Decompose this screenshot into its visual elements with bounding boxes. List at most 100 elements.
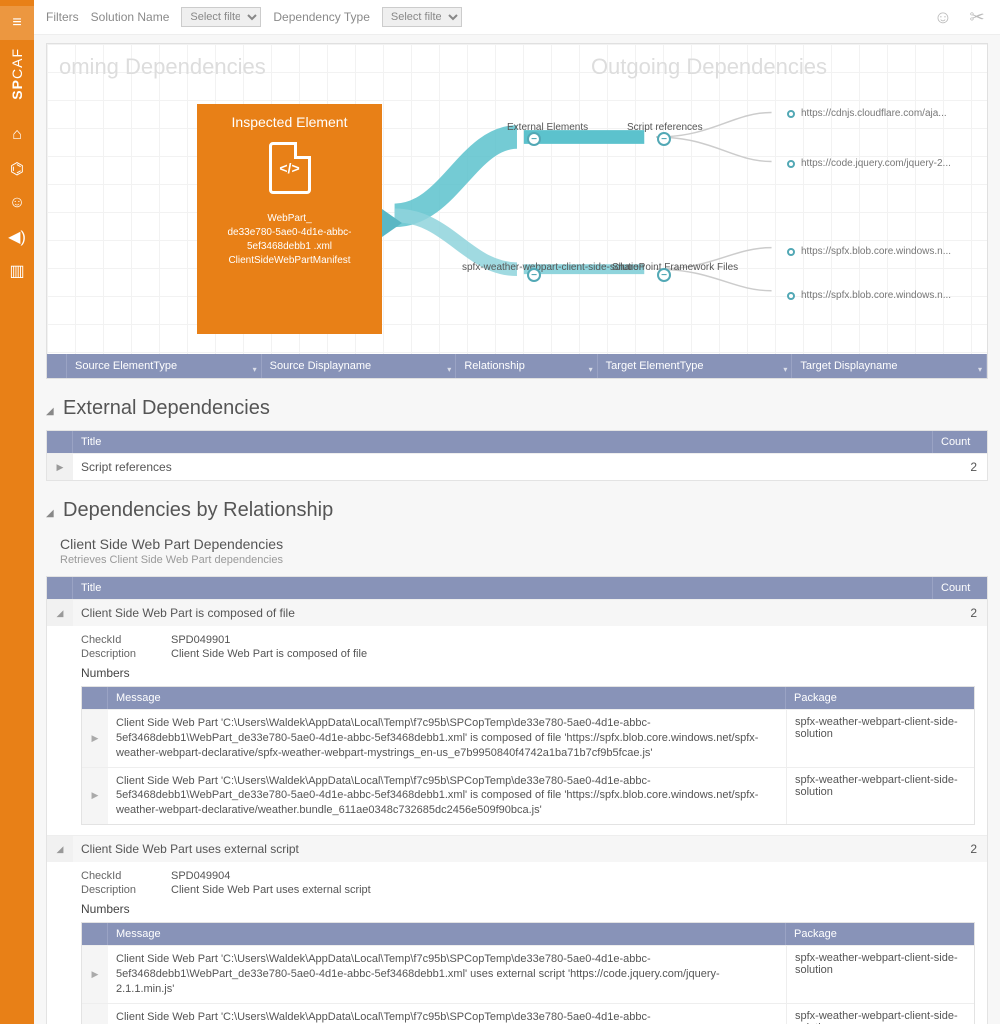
row-package: spfx-weather-webpart-client-side-solutio… [786,1004,974,1024]
inspected-line1: WebPart_ [205,212,374,226]
nav-grid-icon[interactable]: ▥ [0,254,34,288]
group-title: Client Side Web Part is composed of file [73,600,933,626]
col-spacer [47,354,67,378]
table-row[interactable]: ▶ Script references 2 [47,453,987,480]
collapse-icon[interactable]: ◢ [47,836,73,862]
leaf-dot[interactable] [787,292,795,300]
section-toggle[interactable]: ◢ [46,406,54,417]
value-description: Client Side Web Part is composed of file [171,648,367,660]
group-row[interactable]: ◢ Client Side Web Part uses external scr… [47,835,987,862]
inspected-element-card[interactable]: Inspected Element WebPart_ de33e780-5ae0… [197,104,382,334]
outgoing-title: Outgoing Dependencies [591,54,827,80]
feedback-smile-icon[interactable]: ☺ [932,6,954,28]
expand-icon[interactable]: ▶ [47,454,73,480]
nav-home-icon[interactable]: ⌂ [0,118,34,152]
settings-tools-icon[interactable]: ✂ [966,6,988,28]
group-count: 2 [933,600,987,626]
row-package: spfx-weather-webpart-client-side-solutio… [786,946,974,1003]
flow-arrow-icon [382,209,402,237]
group-count: 2 [933,836,987,862]
col-package[interactable]: Package [786,687,974,709]
inner-row[interactable]: ▶ Client Side Web Part 'C:\Users\Waldek\… [82,767,974,825]
col-message[interactable]: Message [108,923,786,945]
col-package[interactable]: Package [786,923,974,945]
row-message: Client Side Web Part 'C:\Users\Waldek\Ap… [108,710,786,767]
col-title[interactable]: Title [73,431,933,453]
inner-row[interactable]: ▶ Client Side Web Part 'C:\Users\Waldek\… [82,1003,974,1024]
collapse-icon[interactable]: ◢ [47,600,73,626]
group-title: Client Side Web Part uses external scrip… [73,836,933,862]
product-logo: SPCAF [9,48,25,100]
col-title[interactable]: Title [73,577,933,599]
row-package: spfx-weather-webpart-client-side-solutio… [786,710,974,767]
numbers-heading: Numbers [81,902,975,916]
row-count: 2 [933,454,987,480]
col-source-display[interactable]: Source Displayname▾ [262,354,457,378]
expand-icon[interactable]: ▶ [82,1004,108,1024]
dependency-type-select[interactable]: Select filter... [382,7,462,27]
leaf-blob2[interactable]: https://spfx.blob.core.windows.n... [801,290,951,301]
inspected-line2: de33e780-5ae0-4d1e-abbc-5ef3468debb1 .xm… [205,226,374,254]
leaf-jquery[interactable]: https://code.jquery.com/jquery-2... [801,158,951,169]
leaf-dot[interactable] [787,110,795,118]
node-spfx-solution-toggle[interactable]: − [527,268,541,282]
incoming-title: oming Dependencies [59,54,266,80]
node-sp-framework-toggle[interactable]: − [657,268,671,282]
external-dependencies-section: ◢ External Dependencies Title Count ▶ Sc… [46,397,988,481]
node-sp-framework: SharePoint Framework Files [612,262,738,273]
label-description: Description [81,884,171,896]
value-checkid: SPD049901 [171,634,230,646]
solution-name-label: Solution Name [91,10,170,24]
inner-row[interactable]: ▶ Client Side Web Part 'C:\Users\Waldek\… [82,709,974,767]
leaf-dot[interactable] [787,160,795,168]
label-checkid: CheckId [81,870,171,882]
inner-row[interactable]: ▶ Client Side Web Part 'C:\Users\Waldek\… [82,945,974,1003]
col-target-display[interactable]: Target Displayname▾ [792,354,987,378]
col-count[interactable]: Count [933,431,987,453]
label-description: Description [81,648,171,660]
col-target-type[interactable]: Target ElementType▾ [598,354,793,378]
col-relationship[interactable]: Relationship▾ [456,354,597,378]
row-message: Client Side Web Part 'C:\Users\Waldek\Ap… [108,1004,786,1024]
inspected-title: Inspected Element [205,114,374,130]
leaf-blob1[interactable]: https://spfx.blob.core.windows.n... [801,246,951,257]
subsection-title: Client Side Web Part Dependencies [60,536,988,552]
row-package: spfx-weather-webpart-client-side-solutio… [786,768,974,825]
row-title: Script references [73,454,933,480]
expand-icon[interactable]: ▶ [82,710,108,767]
node-external-elements: External Elements [507,122,588,133]
node-external-elements-toggle[interactable]: − [527,132,541,146]
group-detail: CheckIdSPD049904 DescriptionClient Side … [47,862,987,1024]
filter-bar: Filters Solution Name Select filter... D… [34,0,1000,35]
expand-icon[interactable]: ▶ [82,946,108,1003]
row-message: Client Side Web Part 'C:\Users\Waldek\Ap… [108,946,786,1003]
nav-announce-icon[interactable]: ◀) [0,220,34,254]
dependencies-by-relationship-section: ◢ Dependencies by Relationship Client Si… [46,499,988,1024]
group-detail: CheckIdSPD049901 DescriptionClient Side … [47,626,987,835]
dependency-diagram: oming Dependencies Outgoing Dependencies… [46,43,988,379]
expand-icon[interactable]: ▶ [82,768,108,825]
col-source-type[interactable]: Source ElementType▾ [67,354,262,378]
nav-menu-icon[interactable]: ≡ [0,6,34,40]
numbers-heading: Numbers [81,666,975,680]
node-script-references-toggle[interactable]: − [657,132,671,146]
row-message: Client Side Web Part 'C:\Users\Waldek\Ap… [108,768,786,825]
main-content: Filters Solution Name Select filter... D… [34,0,1000,1024]
inner-table-header: Message Package [82,687,974,709]
leaf-cdnjs[interactable]: https://cdnjs.cloudflare.com/aja... [801,108,947,119]
leaf-dot[interactable] [787,248,795,256]
dependency-type-label: Dependency Type [273,10,370,24]
section-toggle[interactable]: ◢ [46,508,54,519]
col-message[interactable]: Message [108,687,786,709]
section-title: External Dependencies [63,397,270,419]
nav-hierarchy-icon[interactable]: ⌬ [0,152,34,186]
inspected-line3: ClientSideWebPartManifest [205,254,374,268]
value-description: Client Side Web Part uses external scrip… [171,884,371,896]
solution-name-select[interactable]: Select filter... [181,7,261,27]
inner-table-header: Message Package [82,923,974,945]
nav-user-icon[interactable]: ☺ [0,186,34,220]
diagram-column-headers: Source ElementType▾ Source Displayname▾ … [47,354,987,378]
col-count[interactable]: Count [933,577,987,599]
group-row[interactable]: ◢ Client Side Web Part is composed of fi… [47,599,987,626]
filters-label: Filters [46,10,79,24]
